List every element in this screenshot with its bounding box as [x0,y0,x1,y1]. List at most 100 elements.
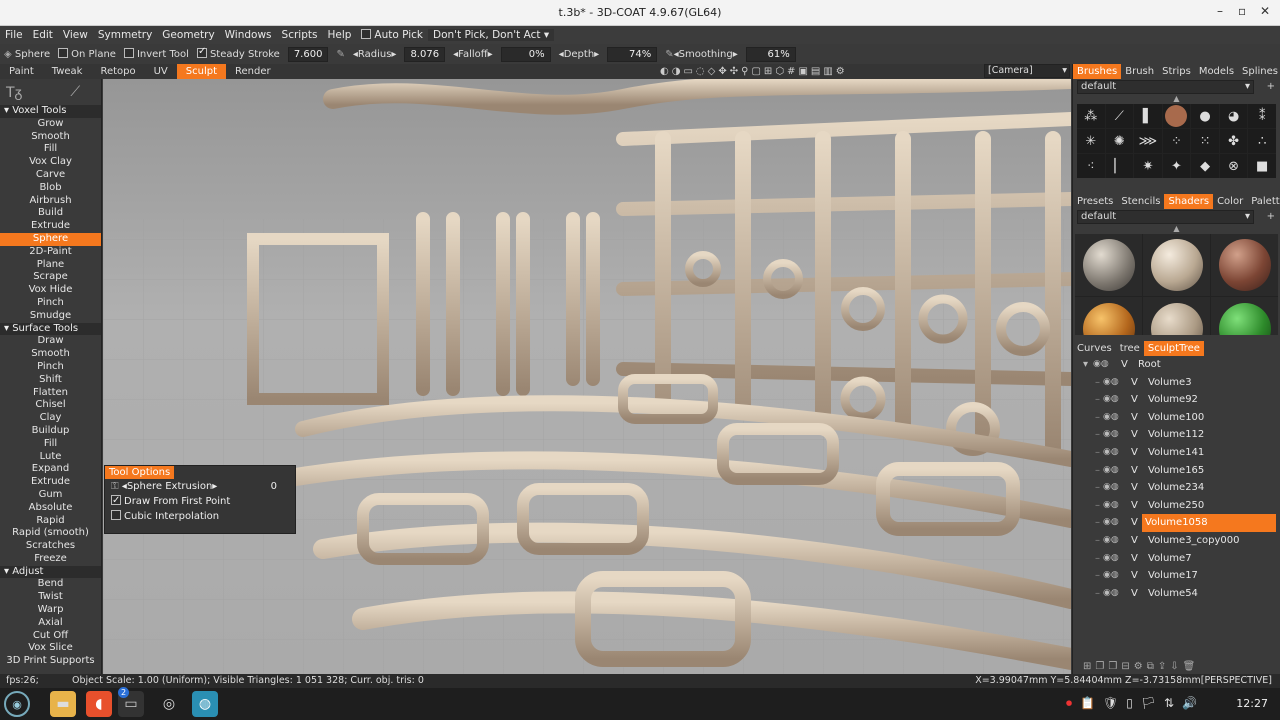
pick-mode-dropdown[interactable]: Don't Pick, Don't Act ▾ [428,29,555,41]
voxel-tool-scrape[interactable]: Scrape [0,271,101,284]
auto-pick-toggle[interactable]: Auto Pick [356,29,428,41]
voxel-tool-smooth[interactable]: Smooth [0,131,101,144]
shader-preset-dropdown[interactable]: default ▾ + [1077,210,1275,224]
surface-tools-header[interactable]: ▾ Surface Tools [0,322,101,336]
settings-icon[interactable]: ⚙ [1134,661,1147,672]
surface-tool-buildup[interactable]: Buildup [0,425,101,438]
tab-models[interactable]: Models [1195,64,1238,79]
add-icon[interactable]: + [1267,211,1275,223]
cubic-interpolation-toggle[interactable]: Cubic Interpolation [105,509,295,524]
adjust-tool-axial[interactable]: Axial [0,617,101,630]
tab-brushes[interactable]: Brushes [1073,64,1122,79]
smoothing-field[interactable]: 61% [745,46,796,62]
voxel-tool-carve[interactable]: Carve [0,169,101,182]
radius-control[interactable]: ◂Radius▸ [353,49,397,60]
brush-alpha-item[interactable]: ✺ [1105,129,1134,153]
surface-tool-clay[interactable]: Clay [0,412,101,425]
import-icon[interactable]: ⇩ [1170,661,1182,672]
surface-tool-flatten[interactable]: Flatten [0,387,101,400]
rect-select-icon[interactable]: ▭ [683,66,692,77]
lasso-icon[interactable]: ◌ [696,66,705,77]
maximize-icon[interactable]: ▫ [1238,4,1246,18]
image-icon[interactable]: ▤ [811,66,820,77]
grid-icon[interactable]: ⊞ [764,66,772,77]
move-icon[interactable]: ✥ [718,66,726,77]
menu-symmetry[interactable]: Symmetry [93,29,157,41]
visibility-icon[interactable]: ◉◍ [1103,444,1119,462]
sphere-extrusion-row[interactable]: ⚿ ◂Sphere Extrusion▸ 0 [105,479,295,494]
tab-stencils[interactable]: Stencils [1117,194,1164,209]
brush-alpha-item[interactable]: ⁘ [1162,129,1191,153]
adjust-tool-bend[interactable]: Bend [0,578,101,591]
tab-palette[interactable]: Palette [1247,194,1280,209]
brush-alpha-item[interactable]: ⁖ [1077,154,1105,178]
3d-viewport[interactable] [103,79,1071,674]
brush-alpha-item[interactable]: ■ [1248,154,1276,178]
battery-icon[interactable]: ▯ [1126,696,1133,711]
brush-alpha-item[interactable]: ∴ [1248,129,1276,153]
tab-curves[interactable]: Curves [1073,341,1116,356]
voxel-tool-sphere[interactable]: Sphere [0,232,101,246]
visibility-icon[interactable]: ◉◍ [1103,479,1119,497]
depth-field[interactable]: 74% [607,46,658,62]
contrast-icon[interactable]: ◐ [660,66,669,77]
shader-item[interactable] [1211,234,1278,296]
mirror-icon[interactable]: ⧉ [1147,661,1158,672]
viewport-icon[interactable]: ▥ [823,66,832,77]
menu-help[interactable]: Help [322,29,356,41]
brush-preset-dropdown[interactable]: default ▾ + [1077,80,1275,94]
on-plane-checkbox[interactable] [58,48,69,58]
menu-windows[interactable]: Windows [220,29,277,41]
surface-tool-lute[interactable]: Lute [0,451,101,464]
clock[interactable]: 12:27 [1236,697,1268,710]
voxel-tool-fill[interactable]: Fill [0,143,101,156]
tree-item-volume54[interactable]: – ◉◍ V Volume54 [1073,585,1280,603]
tool-options-header[interactable]: Tool Options [105,466,175,479]
hash-icon[interactable]: # [787,66,795,77]
invert-tool-checkbox[interactable] [123,48,134,58]
tab-sculpt[interactable]: Sculpt [176,64,227,79]
brush-alpha-item[interactable]: ⟋ [1105,104,1134,128]
tab-retopo[interactable]: Retopo [91,64,144,79]
delete-icon[interactable]: 🗑 [1183,661,1200,672]
shader-item[interactable] [1075,297,1142,335]
folder-icon[interactable]: ▬ [50,691,76,717]
current-tool[interactable]: ◈ Sphere [4,49,50,60]
draw-from-first-point-checkbox[interactable] [111,493,121,508]
voxel-tool-grow[interactable]: Grow [0,118,101,131]
record-icon[interactable]: ⏺ [1066,696,1072,711]
tree-item-volume92[interactable]: – ◉◍ V Volume92 [1073,391,1280,409]
surface-tool-freeze[interactable]: Freeze [0,553,101,566]
tab-shaders[interactable]: Shaders [1164,194,1214,209]
brush-alpha-item[interactable]: ⊗ [1219,154,1248,178]
brush-alpha-item[interactable]: ⁙ [1191,129,1219,153]
tree-item-volume141[interactable]: – ◉◍ V Volume141 [1073,444,1280,462]
tab-tree[interactable]: tree [1116,341,1144,356]
tree-item-volume112[interactable]: – ◉◍ V Volume112 [1073,426,1280,444]
adjust-tool-vox-slice[interactable]: Vox Slice [0,642,101,655]
brush-alpha-item[interactable]: ◕ [1219,104,1248,128]
tab-sculpttree[interactable]: SculptTree [1143,341,1204,356]
adjust-header[interactable]: ▾ Adjust [0,565,101,579]
visibility-icon[interactable]: ◉◍ [1103,391,1119,409]
shader-item[interactable] [1143,297,1210,335]
brush-alpha-item[interactable]: ◆ [1191,154,1219,178]
surface-tool-draw[interactable]: Draw [0,335,101,348]
cubic-interpolation-checkbox[interactable] [111,510,121,520]
tab-presets[interactable]: Presets [1073,194,1117,209]
visibility-icon[interactable]: ◉◍ [1103,514,1119,532]
falloff-field[interactable]: 0% [500,46,551,62]
screenshot-icon[interactable]: ▣ [798,66,807,77]
tab-splines[interactable]: Splines [1238,64,1280,79]
shield-icon[interactable]: 🛡 [1103,696,1118,711]
obs-icon[interactable]: ◎ [156,691,182,717]
scroll-up-icon[interactable]: ▲ [1073,94,1280,104]
export-icon[interactable]: ⇪ [1158,661,1170,672]
frame-icon[interactable]: ▢ [751,66,760,77]
tab-brush[interactable]: Brush [1121,64,1158,79]
menu-scripts[interactable]: Scripts [277,29,323,41]
visibility-icon[interactable]: ◉◍ [1103,409,1119,427]
collapse-icon[interactable]: ▾ [1083,356,1088,374]
brush-alpha-item[interactable]: ✤ [1219,129,1248,153]
scroll-up-icon[interactable]: ▲ [1073,224,1280,234]
